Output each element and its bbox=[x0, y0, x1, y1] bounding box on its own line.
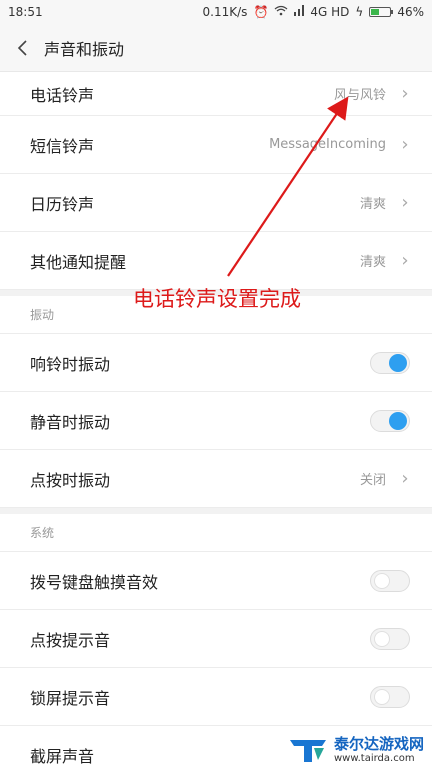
vibrate-on-ring-toggle[interactable] bbox=[370, 351, 410, 374]
watermark-logo-icon bbox=[289, 740, 326, 762]
row-label: 响铃时振动 bbox=[30, 354, 111, 374]
settings-list: 电话铃声 风与风铃 › 短信铃声 MessageIncoming › 日历铃声 … bbox=[0, 72, 432, 768]
row-label: 拨号键盘触摸音效 bbox=[30, 572, 159, 592]
touch-sounds-row[interactable]: 点按提示音 bbox=[0, 610, 432, 668]
status-time: 18:51 bbox=[8, 5, 43, 19]
row-label: 静音时振动 bbox=[30, 412, 111, 432]
toggle-knob bbox=[374, 572, 390, 589]
watermark: 泰尔达游戏网 www.tairda.com bbox=[288, 736, 424, 764]
alarm-icon: ⏰ bbox=[253, 5, 269, 19]
annotation-text: 电话铃声设置完成 bbox=[133, 287, 301, 311]
row-value: 清爽 bbox=[359, 197, 386, 212]
row-value: 关闭 bbox=[359, 473, 386, 488]
watermark-title: 泰尔达游戏网 bbox=[333, 735, 424, 754]
row-label: 点按时振动 bbox=[30, 470, 111, 490]
ringtone-row-sms[interactable]: 短信铃声 MessageIncoming › bbox=[0, 116, 432, 174]
ringtone-row-phone[interactable]: 电话铃声 风与风铃 › bbox=[0, 72, 432, 116]
battery-icon bbox=[369, 7, 394, 17]
signal-icon bbox=[294, 5, 305, 19]
row-value: 风与风铃 bbox=[333, 88, 386, 103]
battery-fill bbox=[371, 9, 380, 15]
chevron-right-icon: › bbox=[401, 192, 409, 213]
row-label: 日历铃声 bbox=[30, 194, 95, 214]
toggle-knob bbox=[390, 412, 406, 429]
toggle-knob bbox=[390, 354, 406, 371]
status-icons: 0.11K/s ⏰ 4G HD ϟ 46% bbox=[203, 5, 424, 19]
lock-sound-row[interactable]: 锁屏提示音 bbox=[0, 668, 432, 726]
watermark-url: www.tairda.com bbox=[333, 752, 415, 764]
wifi-icon bbox=[274, 5, 288, 19]
ringtone-row-other[interactable]: 其他通知提醒 清爽 › bbox=[0, 232, 432, 290]
charging-icon: ϟ bbox=[355, 5, 364, 19]
network-speed: 0.11K/s bbox=[202, 5, 248, 19]
chevron-right-icon: › bbox=[401, 134, 409, 155]
row-label: 截屏声音 bbox=[30, 746, 95, 766]
haptic-feedback-row[interactable]: 点按时振动 关闭 › bbox=[0, 450, 432, 508]
vibrate-on-silent-toggle[interactable] bbox=[370, 409, 410, 432]
vibrate-on-silent-row[interactable]: 静音时振动 bbox=[0, 392, 432, 450]
touch-sounds-toggle[interactable] bbox=[370, 627, 410, 650]
row-label: 短信铃声 bbox=[30, 136, 95, 156]
row-label: 其他通知提醒 bbox=[30, 252, 127, 272]
back-button[interactable] bbox=[0, 24, 44, 72]
toggle-knob bbox=[374, 630, 390, 647]
chevron-left-icon bbox=[17, 39, 27, 56]
chevron-right-icon: › bbox=[401, 468, 409, 489]
chevron-right-icon: › bbox=[401, 250, 409, 271]
dialpad-tones-toggle[interactable] bbox=[370, 569, 410, 592]
lock-sound-toggle[interactable] bbox=[370, 685, 410, 708]
dialpad-tones-row[interactable]: 拨号键盘触摸音效 bbox=[0, 552, 432, 610]
row-label: 锁屏提示音 bbox=[30, 688, 111, 708]
header: 声音和振动 bbox=[0, 24, 432, 72]
toggle-knob bbox=[374, 688, 390, 705]
network-type: 4G HD bbox=[310, 5, 350, 19]
watermark-text: 泰尔达游戏网 www.tairda.com bbox=[334, 736, 424, 764]
row-label: 点按提示音 bbox=[30, 630, 111, 650]
row-value: MessageIncoming bbox=[269, 137, 386, 152]
status-bar: 18:51 0.11K/s ⏰ 4G HD ϟ 46% bbox=[0, 0, 432, 24]
row-label: 电话铃声 bbox=[30, 85, 95, 105]
chevron-right-icon: › bbox=[401, 83, 409, 104]
battery-percent: 46% bbox=[397, 5, 424, 19]
ringtone-row-calendar[interactable]: 日历铃声 清爽 › bbox=[0, 174, 432, 232]
page-title: 声音和振动 bbox=[44, 39, 125, 59]
vibrate-on-ring-row[interactable]: 响铃时振动 bbox=[0, 334, 432, 392]
section-header-system: 系统 bbox=[0, 514, 432, 552]
row-value: 清爽 bbox=[359, 255, 386, 270]
